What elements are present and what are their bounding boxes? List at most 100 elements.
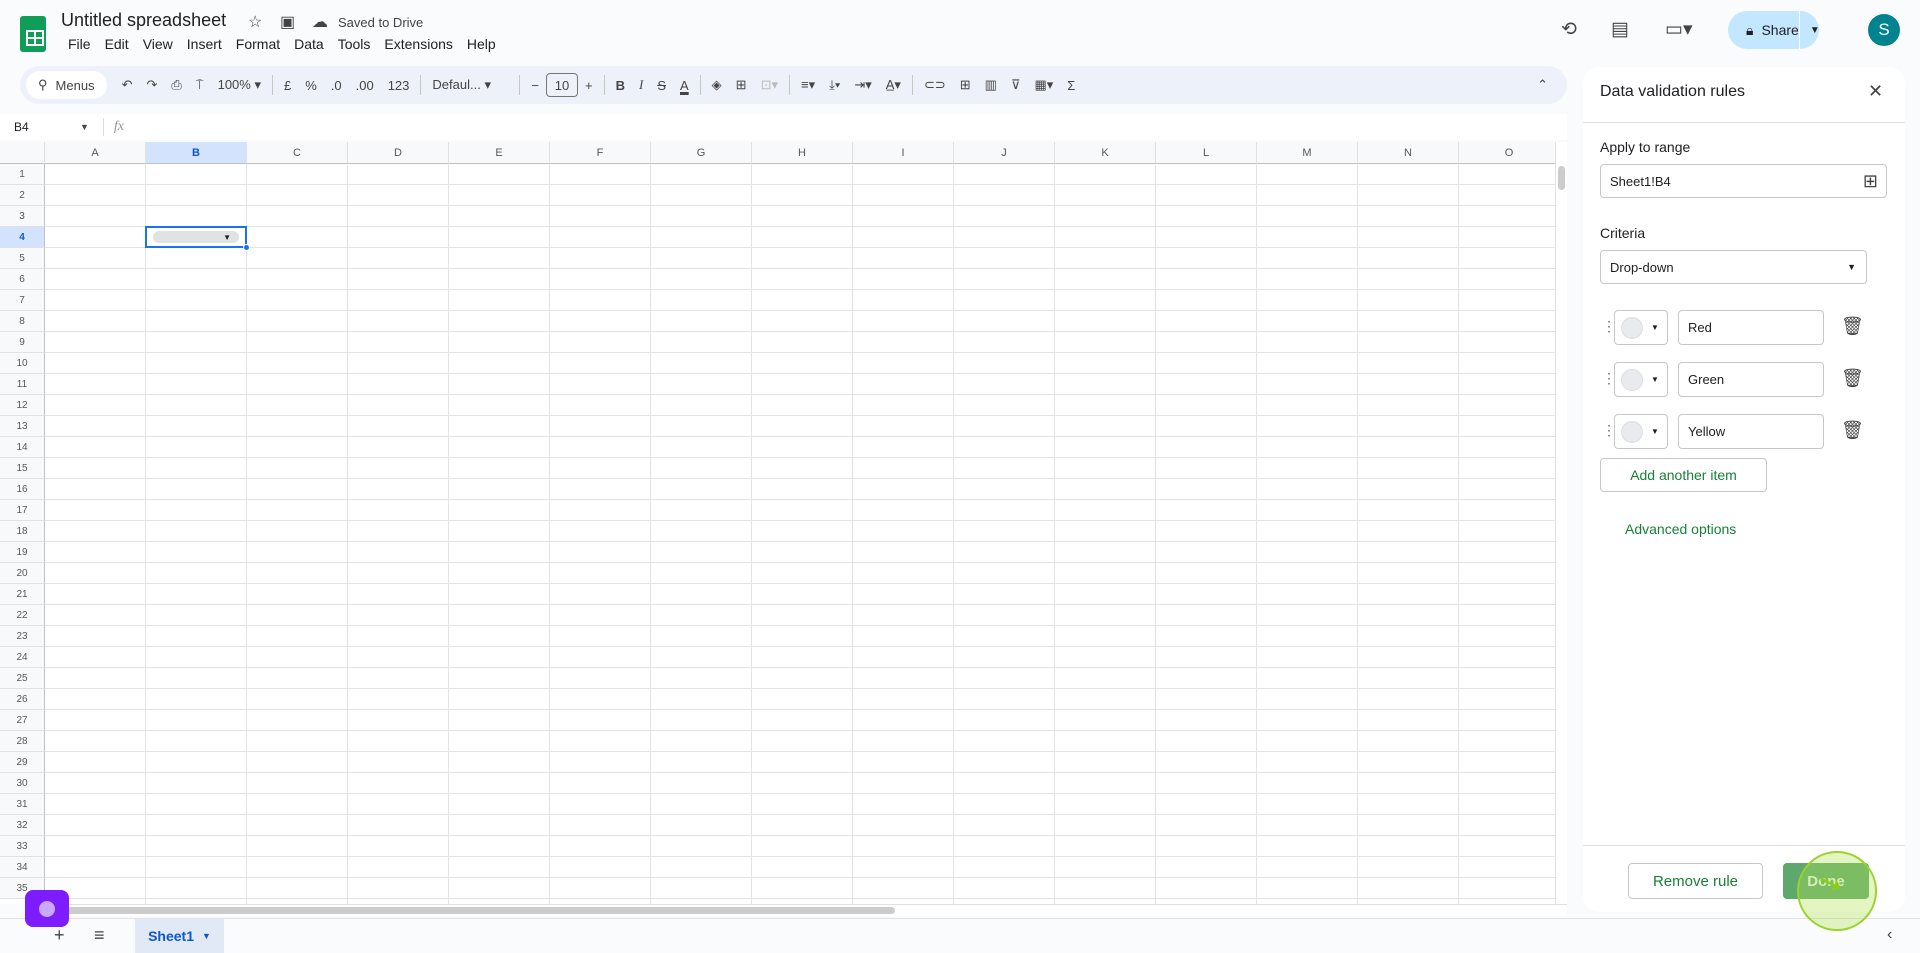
select-all-corner[interactable] (0, 142, 45, 164)
trash-icon[interactable]: 🗑︎ (1841, 316, 1864, 337)
row-header-25[interactable]: 25 (0, 668, 45, 689)
sheet-tab-sheet1[interactable]: Sheet1 ▼ (135, 919, 224, 953)
column-header-I[interactable]: I (853, 142, 954, 164)
select-range-icon[interactable]: ⊞ (1863, 171, 1878, 192)
row-header-3[interactable]: 3 (0, 206, 45, 227)
chart-icon[interactable]: ▥ (978, 77, 1004, 93)
row-header-26[interactable]: 26 (0, 689, 45, 710)
text-color-icon[interactable]: A (673, 78, 696, 93)
menus-search[interactable]: ⚲ Menus (26, 71, 107, 99)
strikethrough-icon[interactable]: S (650, 78, 673, 93)
print-icon[interactable]: ⎙ (164, 77, 188, 93)
row-header-14[interactable]: 14 (0, 437, 45, 458)
remove-rule-button[interactable]: Remove rule (1628, 863, 1763, 899)
text-wrap-icon[interactable]: ⇥▾ (847, 77, 878, 93)
menu-help[interactable]: Help (460, 36, 503, 52)
share-button[interactable]: 🔒︎ Share ▼ (1728, 11, 1820, 49)
trash-icon[interactable]: 🗑︎ (1841, 420, 1864, 441)
add-another-item-button[interactable]: Add another item (1600, 458, 1767, 492)
increase-font-size-icon[interactable]: + (578, 78, 600, 93)
assistant-fab[interactable] (25, 890, 69, 927)
column-header-B[interactable]: B (146, 142, 247, 164)
font-size-input[interactable]: 10 (546, 73, 578, 97)
collapse-toolbar-icon[interactable]: ⌃ (1530, 77, 1555, 93)
item-value-input[interactable]: Yellow (1678, 414, 1824, 449)
menu-tools[interactable]: Tools (331, 36, 378, 52)
row-header-24[interactable]: 24 (0, 647, 45, 668)
column-header-C[interactable]: C (247, 142, 348, 164)
fill-handle[interactable] (243, 244, 250, 251)
row-header-8[interactable]: 8 (0, 311, 45, 332)
item-color-picker[interactable]: ▼ (1614, 414, 1668, 449)
filter-icon[interactable]: ⊽ (1004, 77, 1028, 93)
document-title[interactable]: Untitled spreadsheet (61, 10, 226, 31)
comments-icon[interactable]: ▤ (1611, 18, 1629, 41)
item-value-input[interactable]: Red (1678, 310, 1824, 345)
horizontal-scrollbar[interactable] (45, 904, 1567, 916)
column-header-G[interactable]: G (651, 142, 752, 164)
row-header-34[interactable]: 34 (0, 857, 45, 878)
number-format-button[interactable]: 123 (381, 78, 417, 93)
row-header-2[interactable]: 2 (0, 185, 45, 206)
percent-button[interactable]: % (298, 78, 324, 93)
row-header-4[interactable]: 4 (0, 227, 45, 248)
advanced-options-link[interactable]: Advanced options (1625, 521, 1736, 537)
column-header-D[interactable]: D (348, 142, 449, 164)
version-history-icon[interactable]: ⟲ (1561, 18, 1577, 41)
name-box-dropdown-icon[interactable]: ▼ (80, 122, 89, 132)
row-header-28[interactable]: 28 (0, 731, 45, 752)
row-header-12[interactable]: 12 (0, 395, 45, 416)
bold-icon[interactable]: B (609, 78, 632, 93)
move-folder-icon[interactable]: ▣ (280, 12, 295, 32)
row-header-29[interactable]: 29 (0, 752, 45, 773)
row-header-1[interactable]: 1 (0, 164, 45, 185)
formula-input[interactable] (124, 114, 1567, 140)
column-header-E[interactable]: E (449, 142, 550, 164)
row-header-10[interactable]: 10 (0, 353, 45, 374)
row-header-21[interactable]: 21 (0, 584, 45, 605)
row-header-33[interactable]: 33 (0, 836, 45, 857)
close-icon[interactable]: ✕ (1868, 81, 1883, 102)
row-header-32[interactable]: 32 (0, 815, 45, 836)
row-header-30[interactable]: 30 (0, 773, 45, 794)
row-header-18[interactable]: 18 (0, 521, 45, 542)
spreadsheet-grid[interactable]: A B C D E F G H I J K L M N O 1 2 3 4 5 6 7 8 9 10 11 12 13 14 15 16 17… (0, 142, 1555, 904)
add-sheet-icon[interactable]: + (54, 925, 65, 946)
row-header-13[interactable]: 13 (0, 416, 45, 437)
row-header-19[interactable]: 19 (0, 542, 45, 563)
sheets-logo[interactable] (20, 16, 46, 52)
all-sheets-icon[interactable]: ≡ (94, 925, 105, 946)
row-header-16[interactable]: 16 (0, 479, 45, 500)
fill-color-icon[interactable]: ◈ (705, 77, 729, 93)
menu-view[interactable]: View (136, 36, 180, 52)
item-color-picker[interactable]: ▼ (1614, 310, 1668, 345)
share-dropdown-icon[interactable]: ▼ (1800, 25, 1820, 36)
row-header-6[interactable]: 6 (0, 269, 45, 290)
name-box[interactable]: B4 (0, 120, 80, 134)
row-header-7[interactable]: 7 (0, 290, 45, 311)
menu-format[interactable]: Format (229, 36, 287, 52)
trash-icon[interactable]: 🗑︎ (1841, 368, 1864, 389)
vertical-scrollbar[interactable] (1555, 142, 1567, 904)
menu-extensions[interactable]: Extensions (377, 36, 459, 52)
column-header-F[interactable]: F (550, 142, 651, 164)
column-header-O[interactable]: O (1459, 142, 1555, 164)
vertical-align-icon[interactable]: ⤓▾ (822, 77, 847, 93)
menu-data[interactable]: Data (287, 36, 331, 52)
menu-file[interactable]: File (61, 36, 98, 52)
borders-icon[interactable]: ⊞ (729, 77, 754, 93)
decrease-decimal-button[interactable]: .0 (324, 78, 349, 93)
paint-format-icon[interactable]: ⍑ (189, 77, 211, 93)
row-header-15[interactable]: 15 (0, 458, 45, 479)
selected-cell[interactable]: ▼ (145, 226, 247, 248)
font-select[interactable]: Defaul... ▾ (425, 77, 515, 93)
avatar[interactable]: S (1868, 14, 1900, 46)
meet-icon[interactable]: ▭▾ (1665, 18, 1693, 41)
column-header-J[interactable]: J (954, 142, 1055, 164)
range-input[interactable]: Sheet1!B4 ⊞ (1600, 164, 1887, 198)
column-header-A[interactable]: A (45, 142, 146, 164)
decrease-font-size-icon[interactable]: − (524, 78, 546, 93)
row-header-11[interactable]: 11 (0, 374, 45, 395)
increase-decimal-button[interactable]: .00 (349, 78, 381, 93)
comment-icon[interactable]: ⊞ (953, 77, 978, 93)
